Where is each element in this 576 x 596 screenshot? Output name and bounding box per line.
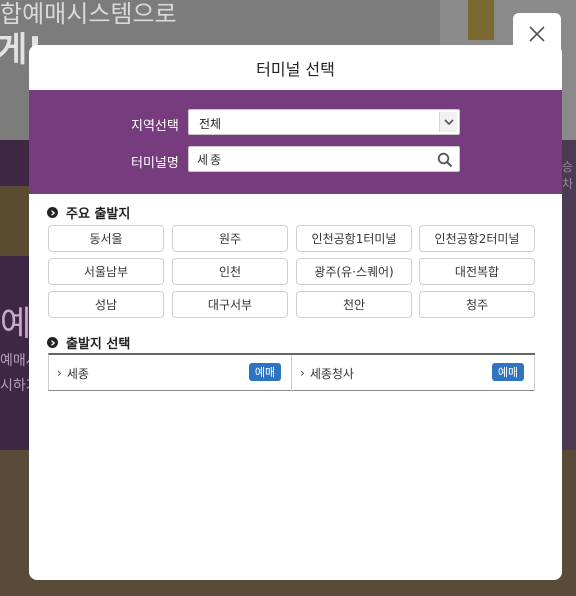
background-right-text: 승차 <box>562 160 574 191</box>
major-departures-heading: 주요 출발지 <box>47 203 130 222</box>
terminal-search-value: 세종 <box>197 153 224 167</box>
background-logo-mark <box>468 0 494 40</box>
chevron-right-icon: › <box>57 366 62 380</box>
departure-name: 세종청사 <box>309 366 354 381</box>
major-item[interactable]: 대구서부 <box>172 291 288 318</box>
major-item[interactable]: 천안 <box>296 291 412 318</box>
search-icon[interactable] <box>437 152 453 168</box>
major-item[interactable]: 원주 <box>172 225 288 252</box>
major-item[interactable]: 대전복합 <box>419 258 535 285</box>
departure-item[interactable]: › 세종청사 예매 <box>292 355 535 391</box>
terminal-search-input[interactable]: 세종 <box>188 146 460 172</box>
book-button[interactable]: 예매 <box>249 363 281 381</box>
modal-close-button[interactable] <box>513 13 561 55</box>
background-heading: 예 <box>0 304 32 344</box>
departure-name: 세종 <box>66 366 89 381</box>
major-item[interactable]: 동서울 <box>48 225 164 252</box>
terminal-name-label: 터미널명 <box>131 156 179 171</box>
major-item[interactable]: 인천공항1터미널 <box>296 225 412 252</box>
region-select-value: 전체 <box>199 117 222 131</box>
departure-list: › 세종 예매 › 세종청사 예매 <box>48 353 535 391</box>
terminal-select-modal: 터미널 선택 지역선택 전체 터미널명 세종 주요 출발지 동서울 원주 인천공… <box>29 45 562 580</box>
major-item[interactable]: 인천공항2터미널 <box>419 225 535 252</box>
modal-title: 터미널 선택 <box>256 59 335 79</box>
background-decoration <box>0 186 30 256</box>
chevron-down-icon <box>439 112 457 132</box>
major-item[interactable]: 서울남부 <box>48 258 164 285</box>
bullet-arrow-icon <box>47 337 58 348</box>
major-item[interactable]: 인천 <box>172 258 288 285</box>
major-item[interactable]: 성남 <box>48 291 164 318</box>
search-panel: 지역선택 전체 터미널명 세종 <box>29 90 562 194</box>
chevron-right-icon: › <box>300 366 305 380</box>
major-departures-title: 주요 출발지 <box>66 207 131 222</box>
major-item[interactable]: 청주 <box>419 291 535 318</box>
departure-select-heading: 출발지 선택 <box>47 333 130 352</box>
departure-select-title: 출발지 선택 <box>66 337 131 352</box>
departure-item[interactable]: › 세종 예매 <box>49 355 292 391</box>
major-item[interactable]: 광주(유·스퀘어) <box>296 258 412 285</box>
bullet-arrow-icon <box>47 207 58 218</box>
close-icon <box>529 26 545 42</box>
book-button[interactable]: 예매 <box>492 363 524 381</box>
region-label: 지역선택 <box>131 119 179 134</box>
region-select[interactable]: 전체 <box>188 109 460 135</box>
